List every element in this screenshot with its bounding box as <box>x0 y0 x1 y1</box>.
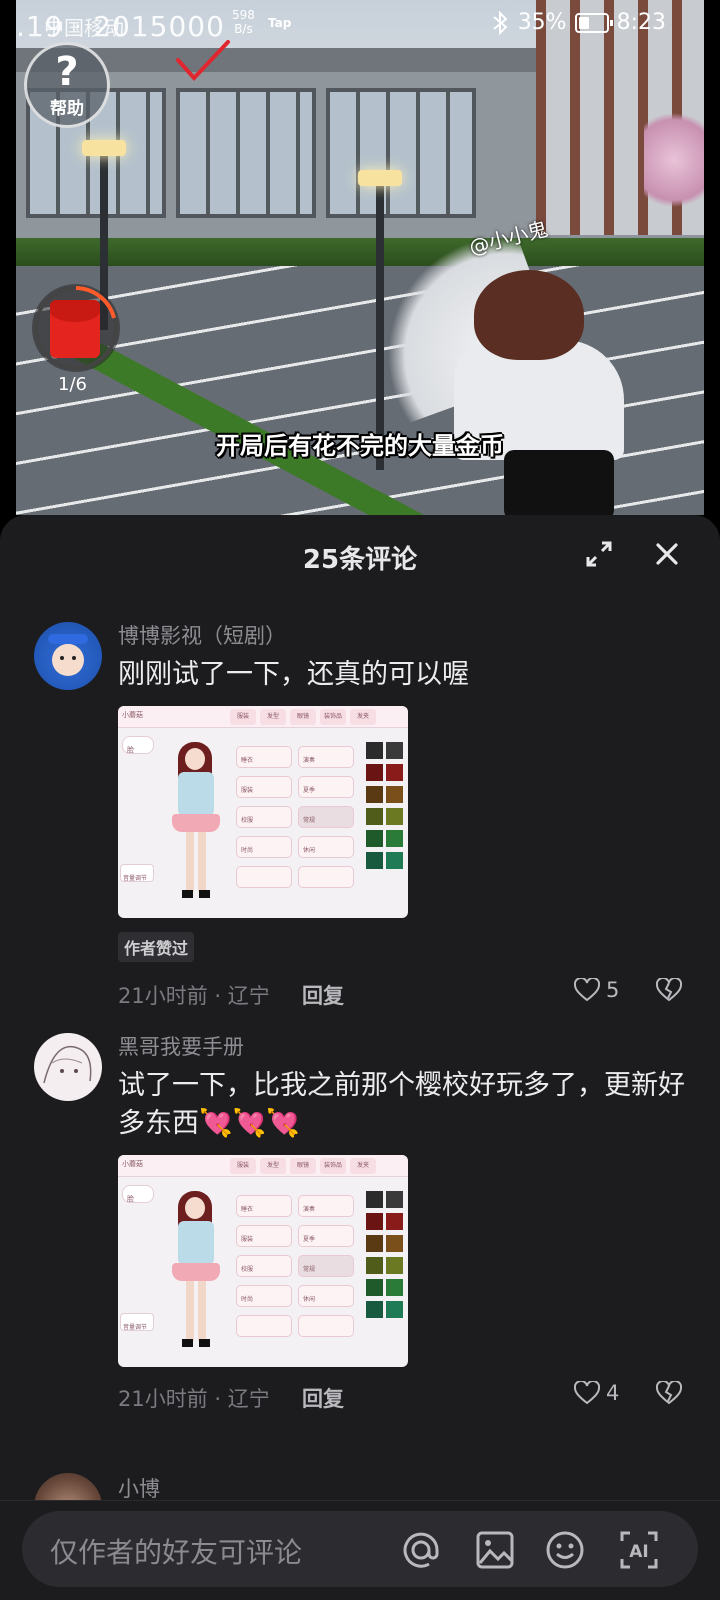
game-tab: 眼镜 <box>290 1158 316 1174</box>
heart-icon <box>574 978 600 1002</box>
comments-panel: 25条评论 博博影视（短剧） 刚刚试了一下，还真的可以喔 小蘑菇 服装 发型 眼… <box>0 515 720 1600</box>
scene-tree <box>644 100 704 220</box>
close-icon[interactable] <box>652 539 682 569</box>
comment-input[interactable]: 仅作者的好友可评论 AI <box>22 1511 698 1587</box>
game-character <box>170 742 226 902</box>
game-left-pill: 音量调节 <box>120 1313 154 1331</box>
like-count: 5 <box>606 978 620 1002</box>
game-tab: 装饰品 <box>320 709 346 725</box>
game-character <box>170 1191 226 1351</box>
game-left-pill: 脸 <box>122 736 154 754</box>
author-liked-badge: 作者赞过 <box>118 932 195 962</box>
comment-input-placeholder: 仅作者的好友可评论 <box>50 1536 303 1569</box>
image-icon[interactable] <box>474 1529 516 1571</box>
status-bar: 中国移动 598 B/s Tap 35% 8:23 <box>0 0 720 50</box>
expand-icon[interactable] <box>584 539 614 569</box>
comment-username[interactable]: 小博 <box>118 1473 160 1503</box>
broken-heart-icon[interactable] <box>656 978 682 1002</box>
game-tab: 发型 <box>260 1158 286 1174</box>
avatar-face-icon <box>48 634 88 676</box>
scene-character <box>353 225 644 515</box>
comment-text: 试了一下，比我之前那个樱校好玩多了，更新好多东西💘💘💘 <box>118 1070 685 1139</box>
game-left-pill: 脸 <box>122 1185 154 1203</box>
video-subtitle: 开局后有花不完的大量金币 <box>216 432 504 460</box>
avatar-sketch-icon <box>43 1045 92 1084</box>
broken-heart-icon[interactable] <box>656 1381 682 1405</box>
video-player[interactable]: .19 · 2015000 ? 帮助 1/6 @小小鬼 开局后有花不完的大量金币… <box>0 0 720 530</box>
avatar[interactable] <box>34 1033 102 1101</box>
at-icon[interactable] <box>400 1529 442 1571</box>
ai-icon[interactable]: AI <box>618 1529 660 1571</box>
game-search: 小蘑菇 <box>122 711 143 719</box>
game-topbar: 小蘑菇 服装 发型 眼镜 装饰品 发夹 <box>118 706 408 728</box>
comment-time: 21小时前 · 辽宁 <box>118 984 270 1008</box>
help-button[interactable]: ? 帮助 <box>24 42 110 128</box>
carrier-label: 中国移动 <box>44 16 124 40</box>
comment-meta: 21小时前 · 辽宁 回复 5 <box>118 976 688 1012</box>
comment-meta: 21小时前 · 辽宁 回复 4 <box>118 1379 688 1415</box>
game-search: 小蘑菇 <box>122 1160 143 1168</box>
comment-image[interactable]: 小蘑菇 服装 发型 眼镜 装饰品 发夹 脸 音量调节 睡衣 演奏 服装 夏季 校… <box>118 1155 408 1367</box>
redpacket-count: 1/6 <box>58 374 87 395</box>
comment-time: 21小时前 · 辽宁 <box>118 1387 270 1411</box>
game-tab: 发夹 <box>350 1158 376 1174</box>
svg-text:AI: AI <box>629 1542 648 1562</box>
clock: 8:23 <box>616 10 666 35</box>
battery-icon <box>574 12 613 33</box>
battery-percent: 35% <box>517 10 567 35</box>
reply-button[interactable]: 回复 <box>302 980 344 1010</box>
game-tab: 发夹 <box>350 709 376 725</box>
game-tab: 发型 <box>260 709 286 725</box>
reply-button[interactable]: 回复 <box>302 1383 344 1413</box>
emoji-icon[interactable] <box>544 1529 586 1571</box>
help-label: 帮助 <box>50 98 84 119</box>
comments-header: 25条评论 <box>0 515 720 597</box>
comment-text: 刚刚试了一下，还真的可以喔 <box>118 659 469 690</box>
heart-icon <box>574 1381 600 1405</box>
game-tab: 服装 <box>230 709 256 725</box>
comment-username[interactable]: 黑哥我要手册 <box>118 1033 688 1061</box>
game-tab: 服装 <box>230 1158 256 1174</box>
avatar[interactable] <box>34 622 102 690</box>
speed-value: 598 <box>232 8 255 22</box>
comment-username[interactable]: 博博影视（短剧） <box>118 622 688 650</box>
question-icon: ? <box>55 48 79 95</box>
redpacket-button[interactable] <box>32 284 120 372</box>
redpacket-icon <box>50 300 100 358</box>
like-button[interactable]: 5 <box>574 978 619 1002</box>
like-count: 4 <box>606 1381 620 1405</box>
game-left-pill: 音量调节 <box>120 864 154 882</box>
game-tab: 装饰品 <box>320 1158 346 1174</box>
like-button[interactable]: 4 <box>574 1381 619 1405</box>
network-speed: 598 B/s <box>232 8 255 36</box>
comment-input-bar: 仅作者的好友可评论 AI <box>0 1500 720 1600</box>
game-tab: 眼镜 <box>290 709 316 725</box>
bluetooth-icon <box>493 10 508 35</box>
game-topbar: 小蘑菇 服装 发型 眼镜 装饰品 发夹 <box>118 1155 408 1177</box>
comment-image[interactable]: 小蘑菇 服装 发型 眼镜 装饰品 发夹 脸 音量调节 睡衣 演奏 服装 夏季 校… <box>118 706 408 918</box>
tap-label: Tap <box>268 16 292 30</box>
speed-unit: B/s <box>234 22 253 36</box>
